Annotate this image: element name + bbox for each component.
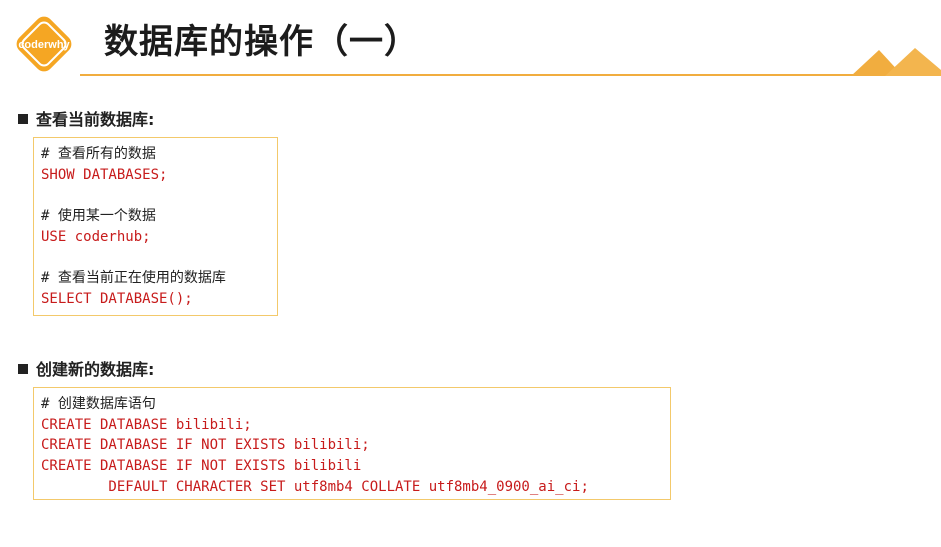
section-heading-current-db: 查看当前数据库: bbox=[18, 106, 154, 130]
title-underline bbox=[80, 74, 941, 76]
page-title: 数据库的操作（一） bbox=[104, 22, 419, 62]
section-heading-create-db: 创建新的数据库: bbox=[18, 356, 154, 380]
code-line-sql: CREATE DATABASE IF NOT EXISTS bilibili bbox=[41, 458, 362, 475]
code-line-sql: CREATE DATABASE bilibili; bbox=[41, 416, 252, 433]
code-line-sql: CREATE DATABASE IF NOT EXISTS bilibili; bbox=[41, 437, 370, 454]
square-bullet-icon bbox=[18, 114, 28, 124]
logo-text: coderwhy bbox=[18, 39, 70, 51]
square-bullet-icon bbox=[18, 364, 28, 374]
code-block-create-db: # 创建数据库语句 CREATE DATABASE bilibili; CREATE… bbox=[33, 387, 671, 500]
mountain-decoration-icon bbox=[851, 48, 941, 76]
section-heading-text: 创建新的数据库: bbox=[36, 360, 155, 379]
coderwhy-logo: coderwhy bbox=[16, 16, 72, 72]
code-block-current-db: # 查看所有的数据 SHOW DATABASES; # 使用某一个数据 USE cod… bbox=[33, 137, 278, 316]
code-line-sql: SHOW DATABASES; bbox=[41, 166, 168, 183]
code-line-comment: # 查看当前正在使用的数据库 bbox=[41, 270, 226, 287]
code-line-comment: # 查看所有的数据 bbox=[41, 146, 156, 162]
code-line-comment: # 使用某一个数据 bbox=[41, 208, 156, 225]
code-line-sql: DEFAULT CHARACTER SET utf8mb4 COLLATE ut… bbox=[41, 478, 589, 495]
code-line-comment: # 创建数据库语句 bbox=[41, 396, 156, 412]
code-line-sql: USE coderhub; bbox=[41, 228, 151, 245]
section-heading-text: 查看当前数据库: bbox=[36, 110, 155, 129]
code-line-sql: SELECT DATABASE(); bbox=[41, 290, 193, 307]
